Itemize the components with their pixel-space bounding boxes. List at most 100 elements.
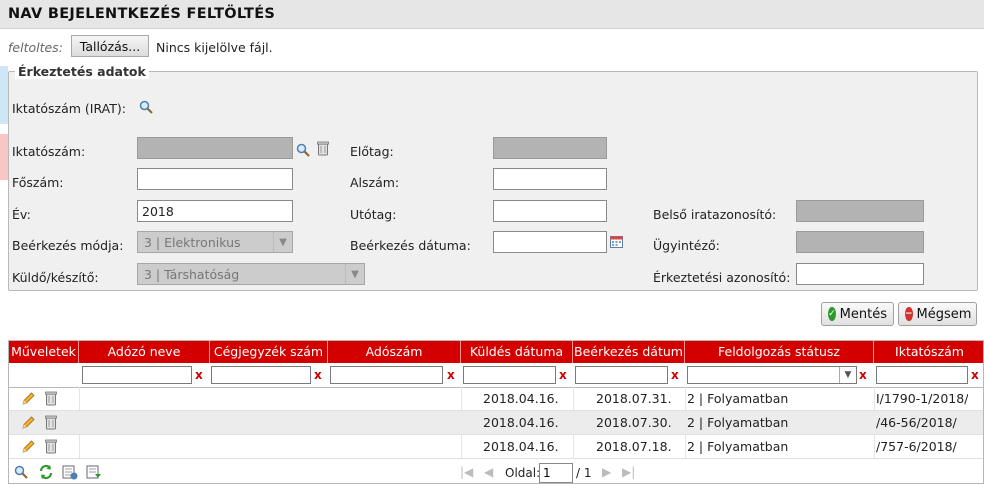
column-header[interactable]: Műveletek [9, 341, 79, 363]
first-page-icon[interactable]: |◀ [460, 465, 473, 479]
browse-button[interactable]: Tallózás... [71, 35, 149, 57]
kuldes-datum-cell: 2018.04.16. [483, 415, 559, 430]
filter-input[interactable] [82, 366, 192, 384]
elotag-label: Előtag: [350, 144, 394, 159]
elotag-field [493, 137, 607, 159]
clear-filter-icon[interactable]: x [971, 368, 979, 382]
export-icon[interactable] [62, 464, 78, 483]
iktatoszam-cell: /46-56/2018/ [876, 415, 957, 430]
calendar-icon[interactable] [610, 235, 623, 251]
statusz-cell: 2 | Folyamatban [687, 439, 789, 454]
iktatoszam-cell: /757-6/2018/ [876, 439, 957, 454]
beerkezes-mod-value: 3 | Elektronikus [144, 235, 241, 250]
clear-filter-icon[interactable]: x [447, 368, 455, 382]
column-header[interactable]: Iktatószám [874, 341, 983, 363]
side-strip-red [0, 134, 8, 180]
beerkezes-datum-cell: 2018.07.31. [596, 391, 672, 406]
irat-label: Iktatószám (IRAT): [12, 101, 126, 116]
ev-input[interactable] [137, 200, 293, 222]
fieldset-legend: Érkeztetés adatok [15, 64, 149, 79]
table-row[interactable]: 2018.04.16. 2018.07.31. 2 | Folyamatban … [9, 387, 983, 411]
chevron-down-icon: ▼ [273, 232, 292, 252]
column-header[interactable]: Beérkezés dátum [573, 341, 685, 363]
ev-label: Év: [12, 207, 31, 222]
trash-icon[interactable] [317, 141, 329, 159]
statusz-cell: 2 | Folyamatban [687, 415, 789, 430]
alszam-label: Alszám: [350, 175, 400, 190]
erkeztetesi-azonosito-input[interactable] [796, 263, 924, 285]
filter-input[interactable] [330, 366, 443, 384]
filter-input[interactable] [575, 366, 668, 384]
search-icon[interactable] [296, 143, 310, 160]
save-button[interactable]: ✓ Mentés [821, 302, 894, 326]
pencil-icon[interactable] [21, 391, 36, 409]
grid-pager: |◀ ◀ Oldal: / 1 ▶ ▶| [8, 460, 976, 486]
clear-filter-icon[interactable]: x [314, 368, 322, 382]
beerkezes-mod-label: Beérkezés módja: [12, 238, 124, 253]
ugyintezo-field [796, 231, 924, 253]
statusz-cell: 2 | Folyamatban [687, 391, 789, 406]
beerkezes-datum-cell: 2018.07.18. [596, 439, 672, 454]
column-header[interactable]: Adózó neve [79, 341, 210, 363]
chevron-down-icon: ▼ [345, 264, 364, 284]
table-row[interactable]: 2018.04.16. 2018.07.18. 2 | Folyamatban … [9, 435, 983, 459]
check-icon: ✓ [828, 307, 836, 321]
clear-filter-icon[interactable]: x [671, 368, 679, 382]
kuldo-label: Küldő/készítő: [12, 270, 99, 285]
alszam-input[interactable] [493, 168, 607, 190]
search-icon[interactable] [14, 465, 28, 482]
filter-input[interactable] [463, 366, 556, 384]
iktatoszam-field [137, 137, 293, 159]
kuldo-value: 3 | Társhatóság [144, 267, 240, 282]
import-icon[interactable] [86, 464, 102, 483]
minus-icon: − [905, 307, 913, 321]
page-label: Oldal: [505, 466, 541, 480]
trash-icon[interactable] [45, 439, 57, 457]
column-header[interactable]: Cégjegyzék szám [210, 341, 328, 363]
column-header[interactable]: Feldolgozás státusz [685, 341, 874, 363]
filter-input[interactable] [211, 366, 311, 384]
table-row[interactable]: 2018.04.16. 2018.07.30. 2 | Folyamatban … [9, 411, 983, 435]
erkeztetesi-azonosito-label: Érkeztetési azonosító: [653, 270, 791, 285]
upload-label: feltoltes: [8, 40, 63, 55]
save-label: Mentés [839, 306, 887, 322]
column-header[interactable]: Küldés dátuma [461, 341, 573, 363]
search-icon[interactable] [139, 100, 153, 117]
side-strip-blue [0, 66, 8, 124]
refresh-icon[interactable] [38, 464, 54, 483]
beerkezes-mod-select[interactable]: 3 | Elektronikus ▼ [137, 231, 293, 253]
trash-icon[interactable] [45, 415, 57, 433]
iktatoszam-cell: I/1790-1/2018/ [876, 391, 969, 406]
kuldo-select[interactable]: 3 | Társhatóság ▼ [137, 263, 365, 285]
status-filter-select[interactable]: ▼ [687, 366, 857, 384]
beerkezes-datum-input[interactable] [493, 231, 607, 253]
prev-page-icon[interactable]: ◀ [484, 465, 493, 479]
utotag-label: Utótag: [350, 207, 397, 222]
cancel-button[interactable]: − Mégsem [898, 302, 977, 326]
beerkezes-datum-cell: 2018.07.30. [596, 415, 672, 430]
belso-azonosito-field [796, 200, 924, 222]
ugyintezo-label: Ügyintéző: [653, 238, 720, 253]
beerkezes-datum-label: Beérkezés dátuma: [350, 238, 471, 253]
kuldes-datum-cell: 2018.04.16. [483, 391, 559, 406]
pencil-icon[interactable] [21, 439, 36, 457]
pencil-icon[interactable] [21, 415, 36, 433]
cancel-label: Mégsem [916, 306, 972, 322]
last-page-icon[interactable]: ▶| [622, 465, 635, 479]
clear-filter-icon[interactable]: x [559, 368, 567, 382]
upload-status: Nincs kijelölve fájl. [156, 40, 273, 55]
kuldes-datum-cell: 2018.04.16. [483, 439, 559, 454]
filter-input[interactable] [876, 366, 968, 384]
trash-icon[interactable] [45, 391, 57, 409]
page-total: / 1 [576, 466, 592, 480]
belso-azonosito-label: Belső iratazonosító: [653, 207, 777, 222]
foszam-label: Főszám: [12, 175, 64, 190]
foszam-input[interactable] [137, 168, 293, 190]
column-header[interactable]: Adószám [328, 341, 461, 363]
clear-filter-icon[interactable]: x [859, 368, 867, 382]
utotag-input[interactable] [493, 200, 607, 222]
next-page-icon[interactable]: ▶ [602, 465, 611, 479]
page-number-input[interactable] [539, 463, 573, 483]
clear-filter-icon[interactable]: x [195, 368, 203, 382]
chevron-down-icon: ▼ [839, 367, 856, 383]
